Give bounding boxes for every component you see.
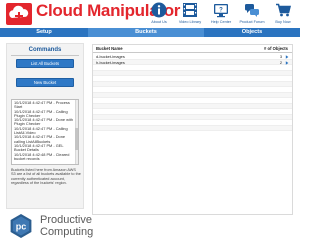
nav-label: Product Forum [239, 20, 265, 24]
list-all-buckets-button[interactable]: List All Buckets [16, 59, 74, 68]
cloud-logo-icon [6, 3, 32, 25]
forum-bubbles-icon [245, 4, 259, 17]
commands-title: Commands [28, 47, 62, 53]
nav-about-us[interactable]: About Us [144, 2, 174, 25]
nav-help-center[interactable]: ? Help Center [206, 2, 236, 25]
divider [11, 55, 79, 56]
nav-buy-now[interactable]: Buy Now [268, 2, 298, 25]
svg-text:?: ? [219, 8, 223, 14]
nav-label: Help Center [210, 20, 232, 24]
table-row-empty [93, 125, 292, 131]
productive-computing-logo-icon: pc [10, 214, 32, 238]
log-line: 10/1/2018 4:42:48 PM - Cleared bucket re… [14, 151, 71, 161]
table-header: Bucket Name # of Objects [93, 45, 292, 53]
nav-video-library[interactable]: Video Library [175, 2, 205, 25]
new-bucket-button[interactable]: New Bucket [16, 78, 74, 87]
main-tabs: Setup Buckets Objects [0, 28, 300, 37]
commands-panel: Commands List All Buckets New Bucket 10/… [6, 43, 84, 209]
film-icon [183, 3, 197, 17]
tab-setup[interactable]: Setup [0, 28, 88, 37]
app-header: Cloud Manipulator About Us Video Library… [0, 0, 300, 28]
activity-log[interactable]: 10/1/2018 4:42:47 PM - Process Start 10/… [11, 99, 79, 165]
help-monitor-icon: ? [214, 4, 228, 18]
column-header-object-count[interactable]: # of Objects [264, 45, 288, 53]
nav-product-forum[interactable]: Product Forum [237, 2, 267, 25]
info-icon [151, 2, 167, 18]
chevron-right-icon[interactable] [285, 60, 289, 65]
column-header-bucket-name[interactable]: Bucket Name [96, 45, 123, 53]
company-name-line2: Computing [40, 226, 94, 238]
log-scrollbar-thumb[interactable] [75, 128, 78, 150]
tab-buckets[interactable]: Buckets [88, 28, 204, 37]
nav-label: About Us [151, 20, 167, 24]
nav-label: Video Library [178, 20, 202, 24]
shopping-cart-icon [276, 3, 291, 17]
log-scrollbar[interactable] [75, 100, 78, 164]
tab-objects[interactable]: Objects [204, 28, 300, 37]
logo-mark-text: pc [16, 222, 27, 232]
chevron-right-icon[interactable] [285, 55, 289, 59]
buckets-note: Buckets listed here from Amazon AWS S3 a… [11, 168, 81, 185]
top-nav: About Us Video Library ? Help Center Pro… [143, 2, 298, 25]
buckets-table: Bucket Name # of Objects d-bucket-images… [92, 44, 293, 215]
nav-label: Buy Now [275, 20, 291, 24]
company-name-line1: Productive [40, 214, 92, 226]
